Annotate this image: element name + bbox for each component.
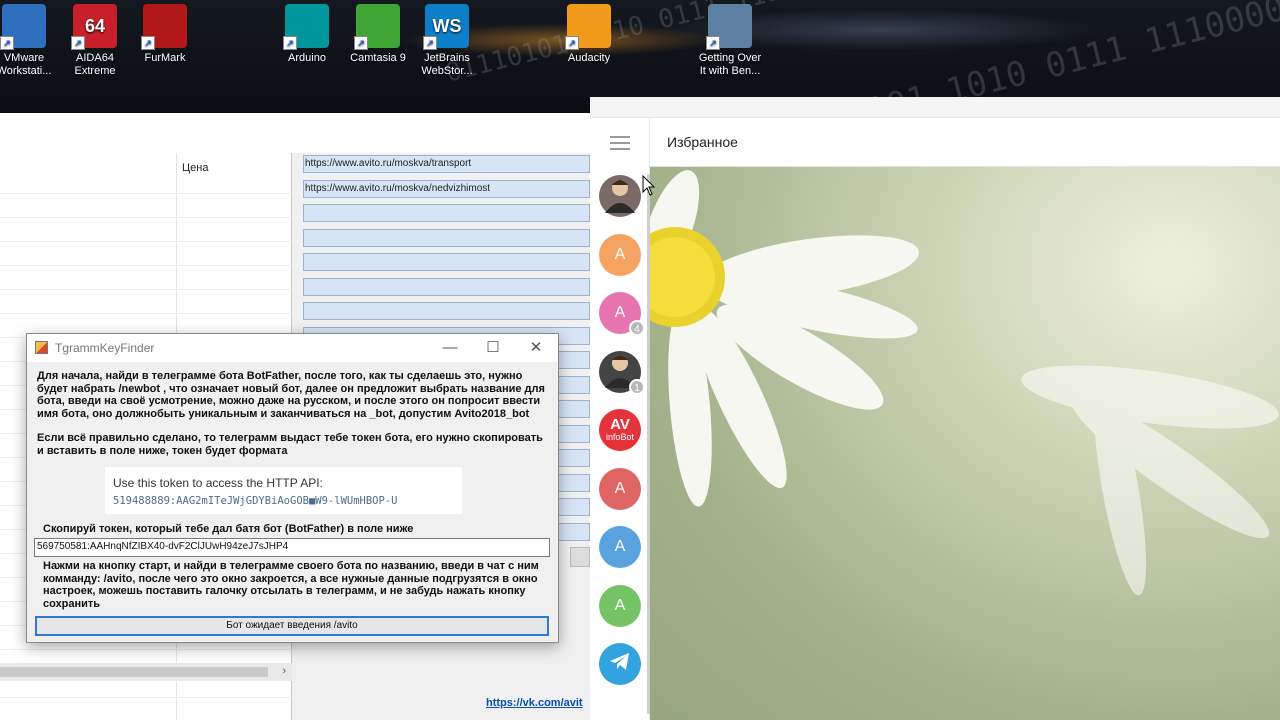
mouse-cursor-icon xyxy=(642,175,656,196)
wait-avito-button[interactable]: Бот ожидает введения /avito xyxy=(35,616,549,636)
maximize-icon[interactable]: ☐ xyxy=(478,337,508,359)
chat-avatar[interactable] xyxy=(599,643,641,685)
desktop-icon[interactable]: FurMark xyxy=(130,4,200,65)
url-input[interactable]: https://www.avito.ru/moskva/transport xyxy=(303,155,590,173)
chat-avatar[interactable]: AV infoBot xyxy=(599,409,641,451)
desktop-icon-label: VMware Workstati... xyxy=(0,52,52,77)
chat-avatar[interactable]: 1 xyxy=(599,350,645,395)
aida64-icon: 64 xyxy=(71,4,117,50)
close-icon[interactable]: ✕ xyxy=(521,337,551,359)
desktop-icon-label: Arduino xyxy=(288,52,326,64)
table-row xyxy=(0,193,292,194)
chat-avatar[interactable]: A4 xyxy=(599,292,645,336)
chat-avatar[interactable]: A xyxy=(599,467,641,510)
side-button[interactable] xyxy=(570,547,590,567)
avatar-initial: AV xyxy=(610,416,630,433)
scrollbar-thumb[interactable] xyxy=(0,667,268,677)
url-input[interactable] xyxy=(303,204,590,222)
desktop-icon[interactable]: WSJetBrains WebStor... xyxy=(412,4,482,78)
price-column-header: Цена xyxy=(182,162,209,174)
vmware-icon xyxy=(0,4,46,50)
desktop-icon[interactable]: 64AIDA64 Extreme xyxy=(60,4,130,78)
intro-text: Для начала, найди в телеграмме бота BotF… xyxy=(37,370,545,420)
audacity-icon xyxy=(565,4,611,50)
app-header xyxy=(0,113,590,153)
telegram-window: A A 4 1 AV infoBot A A A Избранное xyxy=(590,97,1280,720)
getting-over-it-icon xyxy=(706,4,752,50)
token-input[interactable]: 569750581:AAHnqNfZIBX40-dvF2ClJUwH94zeJ7… xyxy=(34,538,550,557)
chat-avatar[interactable] xyxy=(599,175,641,217)
copy-token-label: Скопируй токен, который тебе дал батя бо… xyxy=(43,523,414,535)
table-row xyxy=(0,217,292,218)
horizontal-scrollbar[interactable]: › xyxy=(0,663,292,681)
desktop-icon[interactable]: Audacity xyxy=(554,4,624,65)
telegram-icon xyxy=(609,652,631,677)
chat-avatar[interactable]: A xyxy=(599,584,641,627)
intro-text-2: Если всё правильно сделано, то телеграмм… xyxy=(37,432,543,457)
desktop-icon-label: Getting Over It with Ben... xyxy=(698,52,762,77)
desktop-icon-label: Camtasia 9 xyxy=(350,52,406,64)
minimize-icon[interactable]: — xyxy=(435,337,465,359)
telegram-title-strip xyxy=(590,97,1280,118)
desktop-icon-label: JetBrains WebStor... xyxy=(421,52,473,77)
chat-avatar[interactable]: A xyxy=(599,233,641,276)
avatar-subtitle: infoBot xyxy=(605,432,635,442)
table-row xyxy=(0,289,292,290)
desktop-icon[interactable]: Getting Over It with Ben... xyxy=(695,4,765,78)
url-input[interactable] xyxy=(303,277,590,296)
table-row xyxy=(0,313,292,314)
user-photo-avatar xyxy=(599,173,641,220)
desktop-icon-label: Audacity xyxy=(567,52,611,64)
tgrammkeyfinder-dialog: TgrammKeyFinder — ☐ ✕ Для начала, найди … xyxy=(26,333,559,643)
table-row xyxy=(0,241,292,242)
url-input[interactable] xyxy=(303,302,590,320)
url-input[interactable] xyxy=(303,253,590,271)
chat-avatar[interactable]: A xyxy=(599,526,641,568)
desktop-icon-label: FurMark xyxy=(144,52,186,64)
table-row xyxy=(0,697,292,698)
avatar-initial: A xyxy=(614,538,626,555)
dialog-titlebar: TgrammKeyFinder — ☐ ✕ xyxy=(27,334,558,362)
dialog-title: TgrammKeyFinder xyxy=(55,341,155,355)
hamburger-menu-icon[interactable] xyxy=(610,136,630,154)
token-example-value: 519488889:AAG2mITeJWjGDYBiAoGOB■W9-lWUmH… xyxy=(113,495,398,507)
desktop-icon-label: AIDA64 Extreme xyxy=(74,52,116,77)
vk-link[interactable]: https://vk.com/avit xyxy=(486,697,583,709)
camtasia-icon xyxy=(354,4,400,50)
chat-background xyxy=(650,167,1280,720)
url-input[interactable]: https://www.avito.ru/moskva/nedvizhimost xyxy=(303,179,590,198)
chat-header: Избранное xyxy=(650,118,1280,167)
token-example-title: Use this token to access the HTTP API: xyxy=(113,476,323,490)
desktop-icon[interactable]: Arduino xyxy=(272,4,342,65)
unread-badge: 4 xyxy=(629,320,645,336)
wallpaper-binary: 01110101 1010 0111 11100000 xyxy=(442,0,860,89)
scroll-right-icon[interactable]: › xyxy=(282,665,286,677)
furmark-icon xyxy=(141,4,187,50)
chat-list-sidebar: A A 4 1 AV infoBot A A A xyxy=(590,118,650,720)
app-icon xyxy=(35,341,48,354)
chat-title: Избранное xyxy=(667,134,738,150)
avatar-initial: A xyxy=(614,304,626,321)
webstorm-icon: WS xyxy=(423,4,469,50)
desktop-icon[interactable]: VMware Workstati... xyxy=(0,4,59,78)
token-example-box: Use this token to access the HTTP API: 5… xyxy=(105,467,462,514)
url-input[interactable] xyxy=(303,228,590,247)
avatar-initial: A xyxy=(614,479,626,497)
table-row xyxy=(0,265,292,266)
desktop-icon[interactable]: Camtasia 9 xyxy=(343,4,413,65)
arduino-icon xyxy=(283,4,329,50)
avatar-initial: A xyxy=(614,245,626,263)
unread-badge: 1 xyxy=(629,378,645,395)
table-row xyxy=(0,649,292,650)
instructions-text: Нажми на кнопку старт, и найди в телегра… xyxy=(43,560,539,610)
daisy-wallpaper-image xyxy=(650,170,1279,596)
avatar-initial: A xyxy=(614,596,626,614)
